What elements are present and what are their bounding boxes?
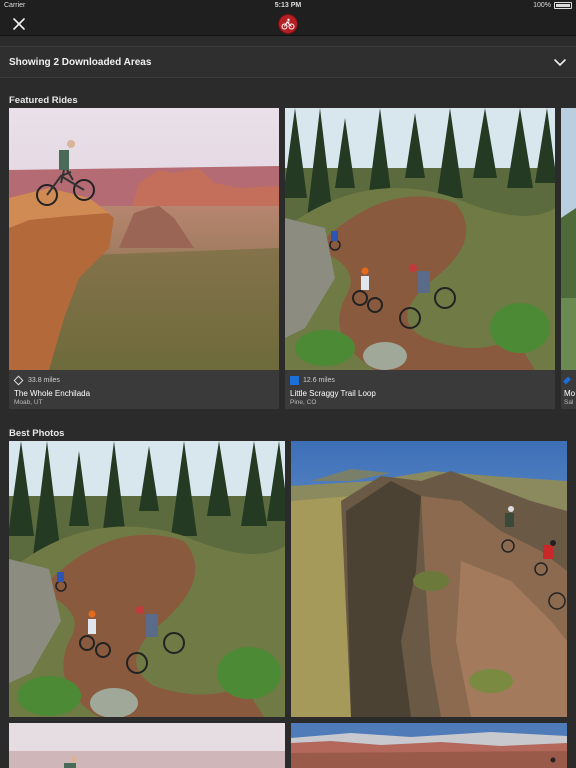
ride-location: Sal	[564, 399, 574, 406]
close-button[interactable]	[10, 15, 28, 33]
close-icon	[13, 18, 25, 30]
status-bar: Carrier 5:13 PM 100%	[0, 0, 576, 12]
black-diamond-icon	[13, 375, 24, 386]
clock-label: 5:13 PM	[274, 2, 302, 9]
ride-name: Mo	[564, 389, 576, 398]
ride-distance: 33.8 miles	[28, 377, 60, 384]
ride-meta: 12.6 miles Little Scraggy Trail Loop Pin…	[285, 370, 555, 409]
best-photos-heading: Best Photos	[9, 428, 65, 439]
mtb-project-logo-icon	[278, 14, 298, 34]
photo-tile[interactable]	[9, 441, 285, 717]
ride-photo	[9, 108, 279, 370]
ride-card-partial[interactable]: Mo Sal	[561, 108, 576, 409]
featured-rides-heading: Featured Rides	[9, 95, 78, 106]
ride-card-whole-enchilada[interactable]: 33.8 miles The Whole Enchilada Moab, UT	[9, 108, 279, 409]
ride-card-little-scraggy[interactable]: 12.6 miles Little Scraggy Trail Loop Pin…	[285, 108, 555, 409]
battery-percent: 100%	[533, 2, 551, 9]
blue-diamond-icon	[563, 376, 571, 385]
nav-bar	[0, 12, 576, 36]
photo-tile[interactable]	[291, 441, 567, 717]
ride-location: Pine, CO	[290, 399, 317, 406]
ride-distance: 12.6 miles	[303, 377, 335, 384]
battery-icon	[554, 2, 572, 9]
ride-name: Little Scraggy Trail Loop	[290, 389, 376, 398]
battery-indicator: 100%	[533, 2, 572, 9]
ride-location: Moab, UT	[14, 399, 43, 406]
blue-square-icon	[290, 376, 299, 385]
ride-meta: Mo Sal	[561, 370, 576, 409]
photo-tile[interactable]	[291, 723, 567, 768]
ride-photo	[285, 108, 555, 370]
chevron-down-icon	[554, 59, 566, 67]
downloaded-areas-label: Showing 2 Downloaded Areas	[9, 57, 152, 68]
ride-meta: 33.8 miles The Whole Enchilada Moab, UT	[9, 370, 279, 409]
ride-name: The Whole Enchilada	[14, 389, 91, 398]
downloaded-areas-dropdown[interactable]: Showing 2 Downloaded Areas	[0, 46, 576, 78]
ride-photo	[561, 108, 576, 370]
photo-tile[interactable]	[9, 723, 285, 768]
